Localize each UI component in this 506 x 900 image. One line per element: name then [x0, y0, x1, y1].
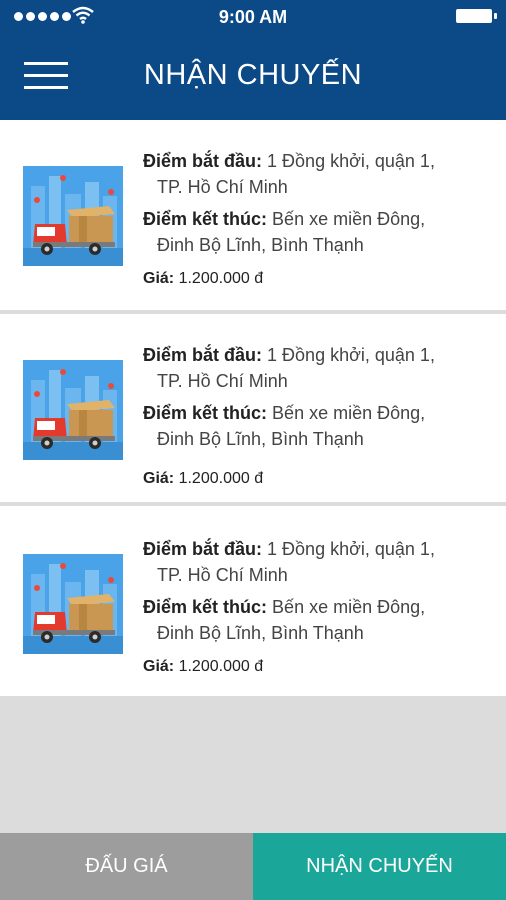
price-value: 1.200.000 đ — [178, 658, 264, 675]
battery-icon — [456, 9, 497, 23]
end-address: Bến xe miền Đông, — [272, 597, 426, 617]
order-card[interactable]: Điểm bắt đầu: 1 Đồng khởi, quận 1, TP. H… — [0, 120, 506, 310]
status-bar: 9:00 AM — [0, 0, 506, 34]
app-header: 9:00 AM NHẬN CHUYẾN — [0, 0, 506, 120]
price-label: Giá: — [143, 658, 175, 675]
order-card[interactable]: Điểm bắt đầu: 1 Đồng khởi, quận 1, TP. H… — [0, 314, 506, 502]
start-city: TP. Hồ Chí Minh — [157, 371, 288, 391]
price-label: Giá: — [143, 270, 175, 287]
end-district: Đinh Bộ Lĩnh, Bình Thạnh — [157, 429, 364, 449]
start-label: Điểm bắt đầu: — [143, 345, 263, 365]
end-district: Đinh Bộ Lĩnh, Bình Thạnh — [157, 235, 364, 255]
tab-receive-trip[interactable]: NHẬN CHUYẾN — [253, 833, 506, 900]
price-value: 1.200.000 đ — [178, 270, 264, 287]
price-label: Giá: — [143, 470, 175, 487]
delivery-truck-image — [23, 166, 123, 266]
delivery-truck-image — [23, 360, 123, 460]
end-label: Điểm kết thúc: — [143, 403, 268, 423]
start-label: Điểm bắt đầu: — [143, 151, 263, 171]
delivery-truck-image — [23, 554, 123, 654]
start-address: 1 Đồng khởi, quận 1, — [267, 539, 435, 559]
end-label: Điểm kết thúc: — [143, 209, 268, 229]
tab-bid[interactable]: ĐẤU GIÁ — [0, 833, 253, 900]
status-time: 9:00 AM — [218, 7, 288, 27]
order-card[interactable]: Điểm bắt đầu: 1 Đồng khởi, quận 1, TP. H… — [0, 506, 506, 696]
bottom-nav: ĐẤU GIÁ NHẬN CHUYẾN — [0, 833, 506, 900]
start-city: TP. Hồ Chí Minh — [157, 565, 288, 585]
start-address: 1 Đồng khởi, quận 1, — [267, 151, 435, 171]
start-city: TP. Hồ Chí Minh — [157, 177, 288, 197]
start-address: 1 Đồng khởi, quận 1, — [267, 345, 435, 365]
price-value: 1.200.000 đ — [178, 470, 264, 487]
end-label: Điểm kết thúc: — [143, 597, 268, 617]
start-label: Điểm bắt đầu: — [143, 539, 263, 559]
end-address: Bến xe miền Đông, — [272, 403, 426, 423]
page-title: NHẬN CHUYẾN — [143, 59, 363, 91]
end-address: Bến xe miền Đông, — [272, 209, 426, 229]
end-district: Đinh Bộ Lĩnh, Bình Thạnh — [157, 623, 364, 643]
